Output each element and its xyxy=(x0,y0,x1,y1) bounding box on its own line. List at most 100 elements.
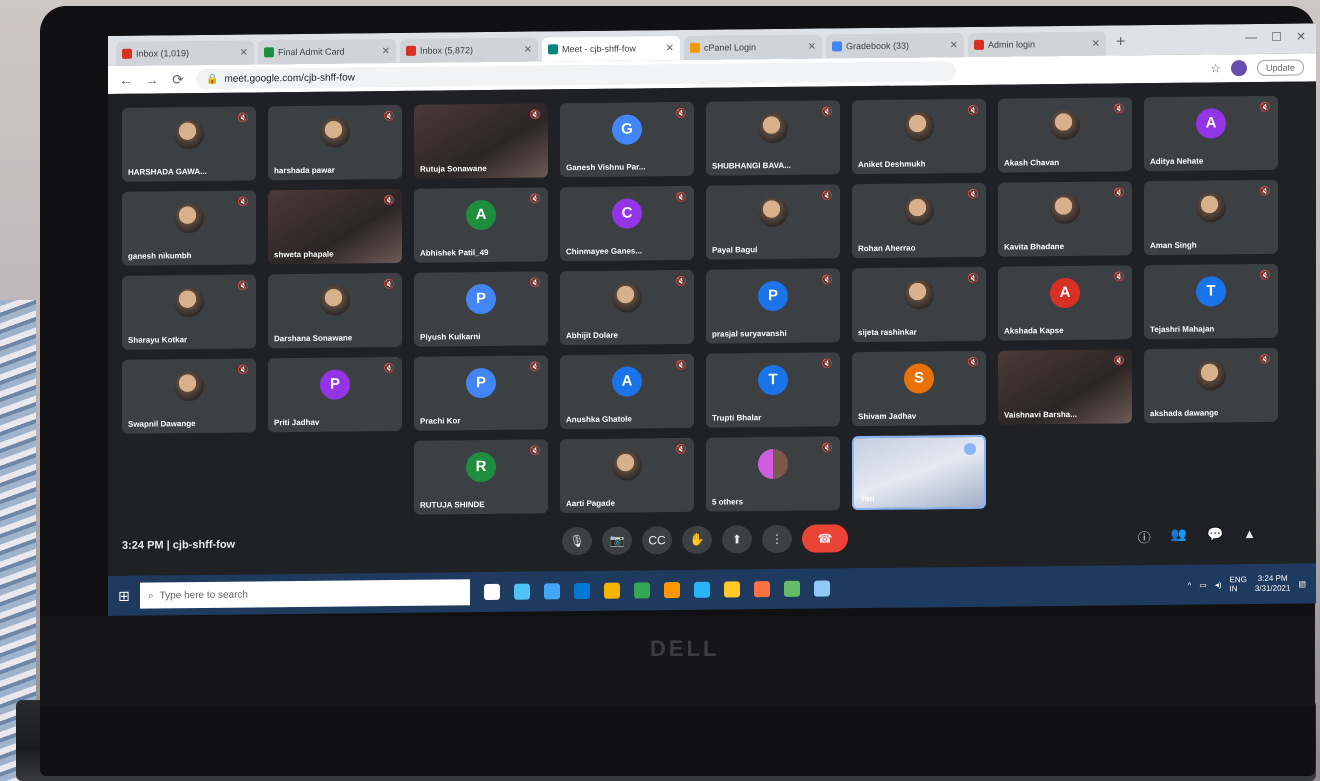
participant-tile[interactable]: 🔇 Vaishnavi Barsha... xyxy=(998,349,1132,425)
tab-close-icon[interactable]: ✕ xyxy=(950,40,958,51)
chat-icon[interactable]: 💬 xyxy=(1207,526,1223,545)
participant-tile[interactable]: You xyxy=(852,434,986,511)
participant-tile[interactable]: T 🔇 Tejashri Mahajan xyxy=(1144,263,1278,340)
taskbar-search[interactable]: ⌕ Type here to search xyxy=(140,579,470,609)
system-tray: ^ ▭ ◂) ENG IN 3:24 PM 3/31/2021 ▤ xyxy=(1187,573,1306,594)
participant-tile[interactable]: G 🔇 Ganesh Vishnu Par... xyxy=(560,101,694,178)
camera-button[interactable]: 📷 xyxy=(602,526,632,555)
participant-tile[interactable]: 🔇 5 others xyxy=(706,436,840,512)
taskbar-clock[interactable]: 3:24 PM 3/31/2021 xyxy=(1255,574,1291,594)
tab-close-icon[interactable]: ✕ xyxy=(808,41,816,52)
tab-close-icon[interactable]: ✕ xyxy=(382,46,390,57)
windows-start-icon[interactable]: ⊞ xyxy=(108,587,140,604)
address-bar[interactable]: 🔒 meet.google.com/cjb-shff-fow xyxy=(196,61,956,90)
tab-close-icon[interactable]: ✕ xyxy=(240,47,248,58)
taskbar-app-icon[interactable] xyxy=(694,581,710,598)
participant-name: 5 others xyxy=(712,497,744,507)
participant-tile[interactable]: 🔇 sijeta rashinkar xyxy=(852,266,986,343)
participant-photo-avatar xyxy=(612,450,642,481)
meeting-details-icon[interactable]: ⓘ xyxy=(1138,527,1151,546)
participant-tile[interactable]: 🔇 HARSHADA GAWA... xyxy=(122,106,256,182)
participant-tile[interactable]: C 🔇 Chinmayee Ganes... xyxy=(560,185,694,262)
activities-icon[interactable]: ▲ xyxy=(1243,526,1256,545)
participant-tile[interactable]: 🔇 ganesh nikumbh xyxy=(122,190,256,266)
participant-tile[interactable]: P 🔇 prasjal suryavanshi xyxy=(706,268,840,344)
language-indicator[interactable]: ENG IN xyxy=(1230,575,1247,593)
taskbar-app-icon[interactable] xyxy=(754,581,770,598)
profile-avatar[interactable] xyxy=(1230,60,1247,77)
taskbar-app-icon[interactable] xyxy=(784,580,800,597)
participant-tile[interactable]: P 🔇 Priti Jadhav xyxy=(268,356,402,433)
volume-icon[interactable]: ◂) xyxy=(1215,580,1222,589)
participant-tile[interactable]: 🔇 Rutuja Sonawane xyxy=(414,103,548,179)
participant-tile[interactable]: 🔇 Aman Singh xyxy=(1144,179,1278,256)
taskbar-app-icon[interactable] xyxy=(664,582,680,599)
forward-icon[interactable]: → xyxy=(144,71,160,87)
participant-tile[interactable]: T 🔇 Trupti Bhalar xyxy=(706,352,840,428)
reload-icon[interactable]: ⟳ xyxy=(170,71,186,88)
taskbar-app-icon[interactable] xyxy=(574,582,590,600)
taskbar-app-icon[interactable] xyxy=(604,582,620,599)
taskbar-app-icon[interactable] xyxy=(484,583,500,601)
new-tab-icon[interactable]: + xyxy=(1116,33,1125,51)
close-window-icon[interactable]: ✕ xyxy=(1296,29,1306,43)
toolbar-right: ☆ Update xyxy=(1210,59,1304,77)
tab-close-icon[interactable]: ✕ xyxy=(666,43,674,54)
taskbar-app-icon[interactable] xyxy=(814,580,830,597)
minimize-icon[interactable]: — xyxy=(1245,30,1257,44)
participant-tile[interactable]: A 🔇 Akshada Kapse xyxy=(998,265,1132,341)
tray-chevron-icon[interactable]: ^ xyxy=(1187,580,1191,589)
back-icon[interactable]: ← xyxy=(118,72,134,88)
people-icon[interactable]: 👥 xyxy=(1171,527,1187,546)
taskbar-app-icon[interactable] xyxy=(634,582,650,599)
network-icon[interactable]: ▭ xyxy=(1199,580,1207,589)
window-controls: — ☐ ✕ xyxy=(1245,29,1306,44)
participant-tile[interactable]: A 🔇 Anushka Ghatole xyxy=(560,353,694,430)
mic-button[interactable]: 🎙 xyxy=(562,526,592,556)
browser-tab[interactable]: Gradebook (33) ✕ xyxy=(826,33,964,59)
participant-tile[interactable]: 🔇 Aarti Pagade xyxy=(560,437,694,514)
participant-tile[interactable]: A 🔇 Aditya Nehate xyxy=(1144,95,1278,172)
star-icon[interactable]: ☆ xyxy=(1210,61,1221,75)
participant-tile[interactable]: 🔇 Payal Bagul xyxy=(706,184,840,260)
browser-tab[interactable]: cPanel Login ✕ xyxy=(684,34,822,60)
participant-tile[interactable]: 🔇 Swapnil Dawange xyxy=(122,358,256,434)
taskbar-app-icon[interactable] xyxy=(724,581,740,598)
end-call-button[interactable]: ☎ xyxy=(802,524,848,553)
taskbar-app-icon[interactable] xyxy=(544,583,560,600)
present-button[interactable]: ⬆ xyxy=(722,525,752,554)
participant-tile[interactable]: R 🔇 RUTUJA SHINDE xyxy=(414,439,548,515)
participant-tile[interactable]: 🔇 Darshana Sonawane xyxy=(268,272,402,349)
participant-tile[interactable]: 🔇 SHUBHANGI BAVA... xyxy=(706,100,840,176)
more-options-button[interactable]: ⋮ xyxy=(762,524,792,554)
taskbar-app-icon[interactable] xyxy=(514,583,530,600)
participant-tile[interactable]: S 🔇 Shivam Jadhav xyxy=(852,350,986,427)
participant-tile[interactable]: 🔇 Sharayu Kotkar xyxy=(122,274,256,350)
participant-tile[interactable]: 🔇 Rohan Aherrao xyxy=(852,182,986,259)
update-button[interactable]: Update xyxy=(1256,59,1304,76)
browser-tab[interactable]: Admin login ✕ xyxy=(968,31,1106,57)
tab-close-icon[interactable]: ✕ xyxy=(524,44,532,55)
participant-tile[interactable]: 🔇 Kavita Bhadane xyxy=(998,181,1132,257)
browser-tab[interactable]: Inbox (1,019) ✕ xyxy=(116,40,254,66)
captions-button[interactable]: CC xyxy=(642,526,672,555)
mic-muted-icon: 🔇 xyxy=(1259,101,1271,112)
participant-tile[interactable]: 🔇 Aniket Deshmukh xyxy=(852,98,986,175)
participant-tile[interactable]: 🔇 akshada dawange xyxy=(1144,347,1278,424)
participant-tile[interactable]: 🔇 shweta phapale xyxy=(268,188,402,265)
participant-tile[interactable]: A 🔇 Abhishek Patil_49 xyxy=(414,187,548,263)
browser-tab[interactable]: Meet - cjb-shff-fow ✕ xyxy=(542,36,680,62)
mic-muted-icon: 🔇 xyxy=(675,275,687,287)
notifications-icon[interactable]: ▤ xyxy=(1298,579,1306,588)
pin-icon[interactable] xyxy=(964,442,976,456)
participant-tile[interactable]: P 🔇 Prachi Kor xyxy=(414,355,548,431)
participant-tile[interactable]: 🔇 Abhijit Dolare xyxy=(560,269,694,346)
browser-tab[interactable]: Inbox (5,872) ✕ xyxy=(400,37,538,63)
raise-hand-button[interactable]: ✋ xyxy=(682,525,712,554)
participant-tile[interactable]: 🔇 Akash Chavan xyxy=(998,97,1132,173)
participant-tile[interactable]: P 🔇 Piyush Kulkarni xyxy=(414,271,548,347)
tab-close-icon[interactable]: ✕ xyxy=(1092,38,1100,49)
maximize-icon[interactable]: ☐ xyxy=(1271,30,1282,44)
participant-tile[interactable]: 🔇 harshada pawar xyxy=(268,104,402,181)
browser-tab[interactable]: Final Admit Card ✕ xyxy=(258,38,396,65)
